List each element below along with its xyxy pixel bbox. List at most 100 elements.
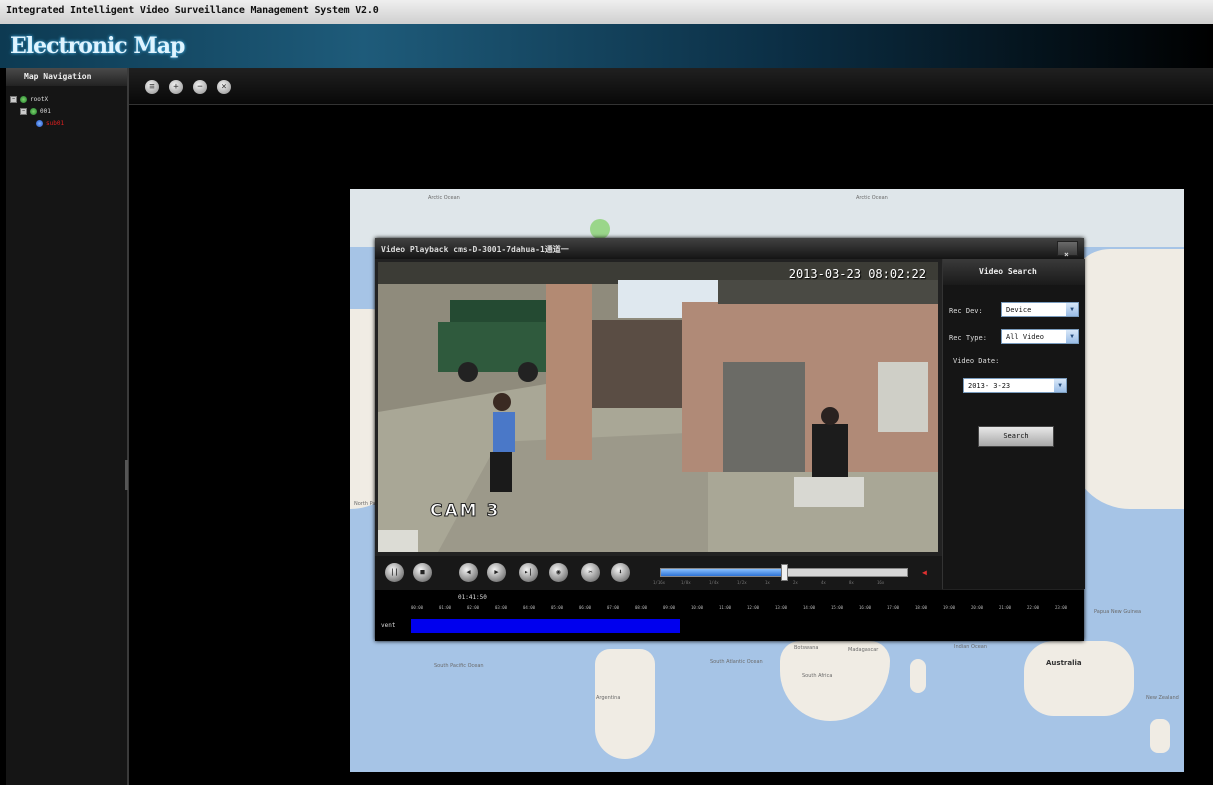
video-viewport[interactable]: 2013-03-23 08:02:22 CAM 3 — [378, 262, 938, 552]
collapse-icon[interactable]: − — [20, 108, 27, 115]
hour-tick: 09:00 — [663, 605, 676, 610]
map-label: South Atlantic Ocean — [710, 659, 763, 665]
playback-title-bar[interactable]: Video Playback cms-D-3001-7dahua-1通道一 × — [375, 238, 1084, 259]
camera-icon: ◉ — [556, 568, 561, 576]
tree-node-label: sub01 — [46, 120, 65, 127]
snapshot-button[interactable]: ◉ — [549, 563, 568, 582]
landmass-asia — [1070, 249, 1184, 509]
hour-tick: 01:00 — [439, 605, 452, 610]
landmass-africa — [780, 641, 890, 721]
video-search-header: Video Search — [943, 259, 1085, 285]
globe-icon — [30, 108, 37, 115]
video-playback-dialog: Video Playback cms-D-3001-7dahua-1通道一 × — [375, 238, 1085, 641]
tree-node-map[interactable]: sub01 — [36, 120, 64, 127]
panel-splitter[interactable] — [125, 460, 128, 490]
playback-progress-slider[interactable] — [660, 564, 908, 581]
progress-fill — [661, 569, 784, 576]
rec-dev-select[interactable]: Device ▼ — [1001, 302, 1079, 317]
close-icon: × — [221, 82, 227, 92]
download-button[interactable]: ⬇ — [611, 563, 630, 582]
speed-tick: 8x — [849, 580, 854, 585]
landmass-australia — [1024, 641, 1134, 716]
video-search-panel: Video Search Rec Dev: Device ▼ Rec Type:… — [942, 259, 1085, 589]
hour-tick: 21:00 — [999, 605, 1012, 610]
map-label: Arctic Ocean — [856, 195, 888, 201]
map-navigation-header: Map Navigation — [6, 68, 127, 86]
banner: Electronic Map — [0, 24, 1213, 68]
map-label: Indian Ocean — [954, 644, 988, 650]
current-time: 01:41:50 — [458, 594, 487, 601]
speed-tick: 2x — [793, 580, 798, 585]
hour-tick: 02:00 — [467, 605, 480, 610]
tree-node-label: 001 — [40, 108, 51, 115]
close-map-button[interactable]: × — [217, 80, 231, 94]
volume-icon[interactable]: ◀ — [922, 569, 930, 577]
search-button[interactable]: Search — [978, 426, 1054, 447]
fast-button[interactable]: ▶ — [487, 563, 506, 582]
scissors-icon: ✂ — [588, 568, 593, 576]
close-dialog-button[interactable]: × — [1057, 241, 1078, 259]
chevron-down-icon[interactable]: ▼ — [1066, 330, 1078, 343]
pause-icon: || — [390, 568, 399, 576]
hour-tick: 19:00 — [943, 605, 956, 610]
recording-segment[interactable] — [411, 619, 680, 633]
restore-icon: ≡ — [149, 82, 155, 92]
progress-thumb[interactable] — [781, 564, 788, 581]
rec-dev-label: Rec Dev: — [949, 307, 983, 315]
osd-timestamp: 2013-03-23 08:02:22 — [788, 267, 926, 281]
map-navigation-title: Map Navigation — [24, 72, 92, 81]
zoom-out-button[interactable]: − — [193, 80, 207, 94]
playback-controls: || ■ ◀ ▶ ▸| ◉ ✂ ⬇ 1/16x 1/8x 1/4x 1/2x 1x 2x 4… — [375, 556, 942, 590]
map-label: Australia — [1046, 659, 1082, 667]
zoom-in-button[interactable]: + — [169, 80, 183, 94]
hour-tick: 14:00 — [803, 605, 816, 610]
landmass-new-zealand — [1150, 719, 1170, 753]
map-label: South Pacific Ocean — [434, 663, 484, 669]
speed-tick: 1x — [765, 580, 770, 585]
pause-button[interactable]: || — [385, 563, 404, 582]
hour-tick: 07:00 — [607, 605, 620, 610]
map-icon — [36, 120, 43, 127]
hour-tick: 20:00 — [971, 605, 984, 610]
step-forward-button[interactable]: ▸| — [519, 563, 538, 582]
clip-button[interactable]: ✂ — [581, 563, 600, 582]
hour-tick: 11:00 — [719, 605, 732, 610]
tree-node-root[interactable]: − rootX — [10, 96, 48, 103]
hour-tick: 23:00 — [1055, 605, 1068, 610]
hour-tick: 18:00 — [915, 605, 928, 610]
fast-icon: ▶ — [494, 568, 499, 576]
globe-icon — [20, 96, 27, 103]
map-label: Argentina — [596, 695, 621, 701]
channel-label: vent — [381, 622, 396, 629]
map-label: Botswana — [794, 645, 819, 651]
tree-node-group[interactable]: − 001 — [20, 108, 51, 115]
map-label: Papua New Guinea — [1094, 609, 1142, 615]
video-date-value: 2013- 3-23 — [968, 382, 1011, 390]
video-date-picker[interactable]: 2013- 3-23 ▼ — [963, 378, 1067, 393]
slow-button[interactable]: ◀ — [459, 563, 478, 582]
restore-button[interactable]: ≡ — [145, 80, 159, 94]
rec-type-select[interactable]: All Video ▼ — [1001, 329, 1079, 344]
hour-tick: 17:00 — [887, 605, 900, 610]
speed-tick: 16x — [877, 580, 885, 585]
collapse-icon[interactable]: − — [10, 96, 17, 103]
landmass-madagascar — [910, 659, 926, 693]
stop-button[interactable]: ■ — [413, 563, 432, 582]
hour-tick: 22:00 — [1027, 605, 1040, 610]
rec-type-label: Rec Type: — [949, 334, 987, 342]
landmass-south-america — [595, 649, 655, 759]
record-timeline[interactable]: 01:41:50 00:00 01:00 02:00 03:00 04:00 05:00 0… — [375, 590, 1084, 641]
speed-tick: 1/4x — [709, 580, 719, 585]
map-marker[interactable] — [590, 219, 610, 239]
speed-tick: 1/16x — [653, 580, 666, 585]
hour-tick: 03:00 — [495, 605, 508, 610]
chevron-down-icon[interactable]: ▼ — [1054, 379, 1066, 392]
download-icon: ⬇ — [618, 568, 623, 576]
video-date-label: Video Date: — [953, 357, 1000, 365]
tree-node-label: rootX — [30, 96, 49, 103]
map-label: New Zealand — [1146, 695, 1179, 701]
video-search-title: Video Search — [979, 267, 1037, 276]
step-forward-icon: ▸| — [524, 568, 533, 576]
chevron-down-icon[interactable]: ▼ — [1066, 303, 1078, 316]
hour-tick: 05:00 — [551, 605, 564, 610]
